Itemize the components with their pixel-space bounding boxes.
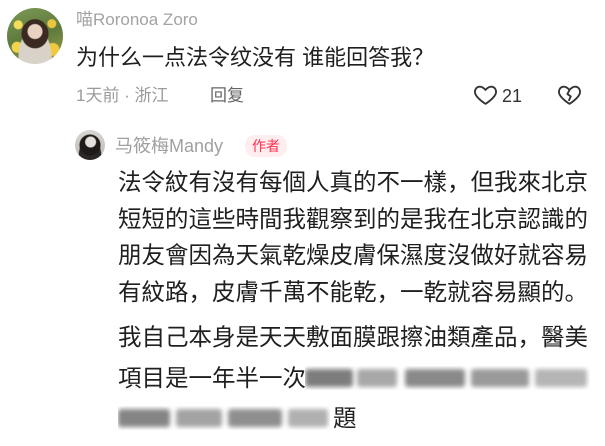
- reply-button[interactable]: 回复: [210, 85, 244, 107]
- comment-username[interactable]: 喵Roronoa Zoro: [76, 9, 198, 31]
- like-count: 21: [502, 86, 523, 106]
- blur-segment: [305, 369, 353, 387]
- reply-text-line: 項目是一年半一次: [118, 365, 306, 391]
- reply-text-line: 有紋路，皮膚千萬不能乾，一乾就容易顯的。: [118, 279, 588, 305]
- broken-heart-svg: [558, 85, 581, 105]
- blur-segment: [471, 369, 529, 387]
- comment-text: 为什么一点法令纹没有 谁能回答我？: [76, 45, 435, 70]
- reply-text-line: 題: [333, 405, 357, 431]
- author-username[interactable]: 马筱梅Mandy: [115, 134, 223, 158]
- blur-segment: [176, 409, 222, 427]
- blur-segment: [357, 369, 397, 387]
- reply-text-line: 短短的這些時間我觀察到的是我在北京認識的: [118, 206, 588, 232]
- blurred-text: [305, 366, 590, 390]
- author-badge: 作者: [245, 135, 287, 157]
- blur-segment: [228, 409, 282, 427]
- author-avatar[interactable]: [75, 130, 105, 160]
- reply-text-line: 朋友會因為天氣乾燥皮膚保濕度沒做好就容易: [118, 242, 588, 268]
- user-avatar[interactable]: [7, 8, 63, 64]
- blurred-text: [118, 406, 330, 430]
- comment-meta: 1天前 · 浙江: [76, 86, 169, 105]
- reply-text-line: 我自己本身是天天敷面膜跟擦油類產品，醫美: [118, 324, 588, 350]
- heart-outline-svg: [474, 85, 497, 105]
- broken-heart-icon[interactable]: [556, 82, 583, 107]
- blur-segment: [288, 409, 328, 427]
- blur-segment: [405, 369, 465, 387]
- heart-outline-icon[interactable]: [472, 82, 499, 107]
- blur-segment: [118, 409, 170, 427]
- reply-text-line: 法令紋有沒有每個人真的不一樣，但我來北京: [118, 169, 588, 195]
- blur-segment: [535, 369, 587, 387]
